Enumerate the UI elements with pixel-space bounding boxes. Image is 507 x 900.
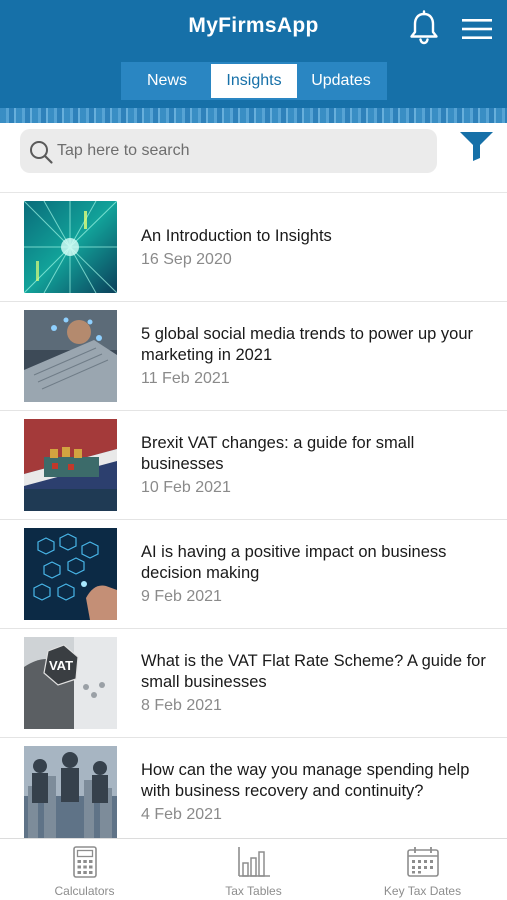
article-title: 5 global social media trends to power up… [141,325,474,364]
nav-key-tax-dates[interactable]: Key Tax Dates [338,839,507,900]
search-bar-row [0,123,507,193]
tab-insights[interactable]: Insights [211,64,297,98]
article-title: AI is having a positive impact on busine… [141,543,447,582]
article-date: 16 Sep 2020 [141,250,232,268]
header-decorative-stripe [0,108,507,123]
search-input[interactable] [57,129,427,173]
article-thumbnail [24,310,117,402]
bell-icon[interactable] [405,9,443,47]
search-box[interactable] [20,129,437,173]
tab-news[interactable]: News [123,64,211,98]
app-header: MyFirmsApp News Insights Updates [0,0,507,123]
article-title: An Introduction to Insights [141,226,332,245]
nav-label: Tax Tables [225,884,282,898]
article-title: How can the way you manage spending help… [141,761,470,800]
calendar-icon [406,847,439,877]
bottom-navigation: Calculators Tax Tables Key Tax Dates [0,838,507,900]
svg-text:VAT: VAT [49,658,73,673]
article-thumbnail [24,419,117,511]
article-thumbnail [24,201,117,293]
tab-updates[interactable]: Updates [297,64,385,98]
search-icon [30,141,53,164]
article-thumbnail [24,746,117,838]
section-tabs: News Insights Updates [121,62,387,100]
nav-label: Key Tax Dates [383,884,462,898]
bar-chart-icon [237,847,270,877]
article-date: 8 Feb 2021 [141,697,222,714]
article-title: Brexit VAT changes: a guide for small bu… [141,434,415,473]
nav-calculators[interactable]: Calculators [0,839,169,900]
calculator-icon [72,846,97,878]
nav-tax-tables[interactable]: Tax Tables [169,839,338,900]
filter-icon[interactable] [459,130,494,162]
article-date: 4 Feb 2021 [141,806,222,823]
list-item[interactable]: AI is having a positive impact on busine… [0,520,507,629]
nav-label: Calculators [54,884,115,898]
list-item[interactable]: An Introduction to Insights 16 Sep 2020 [0,193,507,302]
list-item[interactable]: 5 global social media trends to power up… [0,302,507,411]
list-item[interactable]: VAT What is the VAT Flat Rate Scheme? A … [0,629,507,738]
list-item[interactable]: How can the way you manage spending help… [0,738,507,847]
article-title: What is the VAT Flat Rate Scheme? A guid… [141,652,486,691]
hamburger-menu-icon[interactable] [460,16,494,42]
article-date: 10 Feb 2021 [141,479,231,496]
article-thumbnail [24,528,117,620]
insights-list: An Introduction to Insights 16 Sep 2020 … [0,193,507,847]
article-thumbnail: VAT [24,637,117,729]
article-date: 11 Feb 2021 [141,370,230,387]
list-item[interactable]: Brexit VAT changes: a guide for small bu… [0,411,507,520]
article-date: 9 Feb 2021 [141,588,222,605]
